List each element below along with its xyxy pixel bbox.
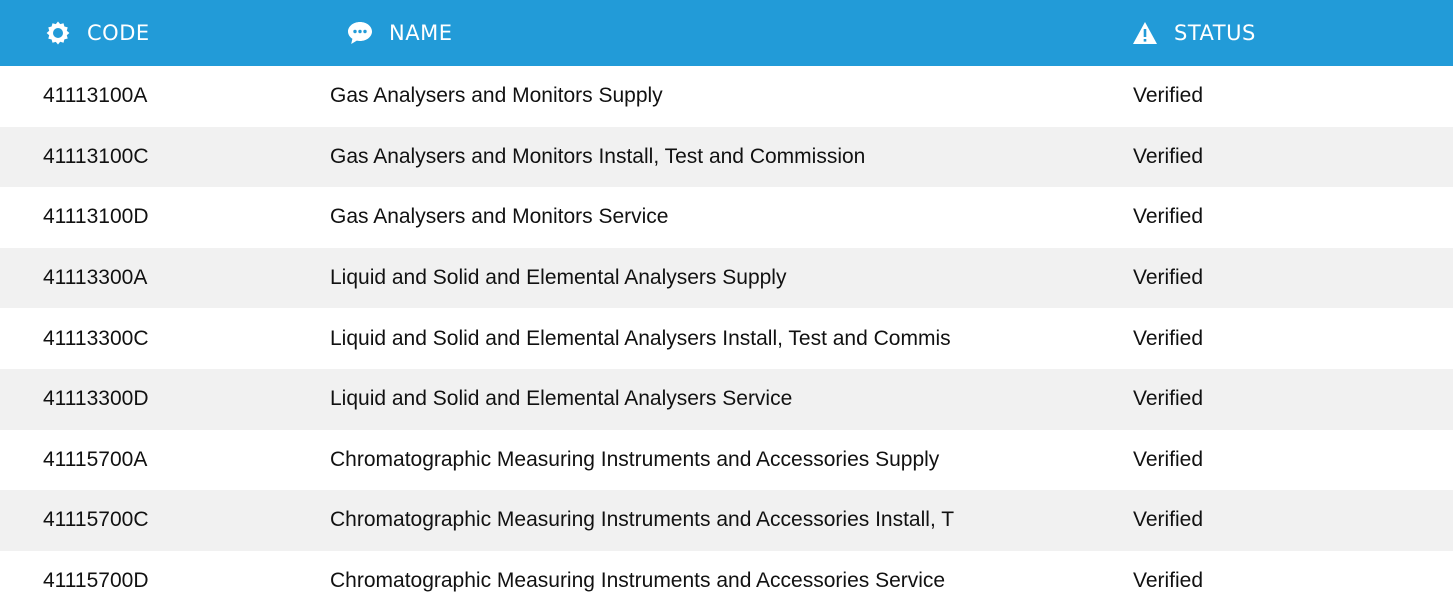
name-cell: Chromatographic Measuring Instruments an… <box>330 508 955 532</box>
name-cell: Gas Analysers and Monitors Service <box>330 205 669 229</box>
code-cell: 41113300A <box>43 266 148 290</box>
name-cell: Chromatographic Measuring Instruments an… <box>330 569 946 593</box>
status-cell: Verified <box>1133 326 1204 350</box>
status-cell: Verified <box>1133 84 1204 108</box>
table-row[interactable]: 41113100D Gas Analysers and Monitors Ser… <box>0 187 1453 248</box>
table-row[interactable]: 41115700A Chromatographic Measuring Inst… <box>0 430 1453 491</box>
code-cell: 41113100A <box>43 84 148 108</box>
table-row[interactable]: 41113300C Liquid and Solid and Elemental… <box>0 308 1453 369</box>
status-cell: Verified <box>1133 387 1204 411</box>
column-header-code[interactable]: CODE <box>0 0 330 66</box>
code-cell: 41113100D <box>43 205 149 229</box>
chat-bubble-icon <box>345 18 375 48</box>
gear-icon <box>43 18 73 48</box>
code-cell: 41113300C <box>43 326 149 350</box>
code-cell: 41115700D <box>43 569 149 593</box>
status-cell: Verified <box>1133 447 1204 471</box>
status-cell: Verified <box>1133 144 1204 168</box>
name-cell: Gas Analysers and Monitors Install, Test… <box>330 144 866 168</box>
code-cell: 41113300D <box>43 387 149 411</box>
table-row[interactable]: 41113100A Gas Analysers and Monitors Sup… <box>0 66 1453 127</box>
table-header: CODE NAME STATUS <box>0 0 1453 66</box>
name-cell: Chromatographic Measuring Instruments an… <box>330 447 940 471</box>
column-header-code-label: CODE <box>87 21 150 45</box>
table-body: 41113100A Gas Analysers and Monitors Sup… <box>0 66 1453 598</box>
table-row[interactable]: 41113300A Liquid and Solid and Elemental… <box>0 247 1453 309</box>
code-cell: 41115700C <box>43 508 149 532</box>
warning-icon <box>1130 18 1160 48</box>
table-row[interactable]: 41113300D Liquid and Solid and Elemental… <box>0 368 1453 430</box>
status-cell: Verified <box>1133 508 1204 532</box>
column-header-name[interactable]: NAME <box>330 0 1130 66</box>
code-cell: 41115700A <box>43 447 148 471</box>
table-row[interactable]: 41115700C Chromatographic Measuring Inst… <box>0 490 1453 551</box>
table-row[interactable]: 41115700D Chromatographic Measuring Inst… <box>0 551 1453 598</box>
column-header-status-label: STATUS <box>1174 21 1256 45</box>
column-header-status[interactable]: STATUS <box>1130 0 1453 66</box>
name-cell: Liquid and Solid and Elemental Analysers… <box>330 266 787 290</box>
status-cell: Verified <box>1133 569 1204 593</box>
name-cell: Liquid and Solid and Elemental Analysers… <box>330 387 793 411</box>
code-cell: 41113100C <box>43 144 149 168</box>
name-cell: Gas Analysers and Monitors Supply <box>330 84 663 108</box>
column-header-name-label: NAME <box>389 21 453 45</box>
status-cell: Verified <box>1133 266 1204 290</box>
name-cell: Liquid and Solid and Elemental Analysers… <box>330 326 951 350</box>
status-cell: Verified <box>1133 205 1204 229</box>
table-row[interactable]: 41113100C Gas Analysers and Monitors Ins… <box>0 126 1453 188</box>
codes-table: CODE NAME STATUS 41113100A Gas Analysers… <box>0 0 1453 598</box>
